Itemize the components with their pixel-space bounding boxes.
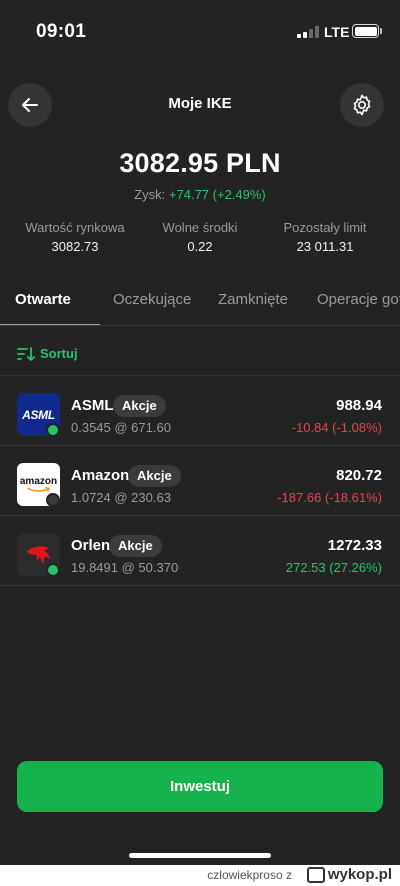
status-bar: 09:01 LTE <box>0 0 400 64</box>
positions-list: ASML ASML Akcje 0.3545 @ 671.60 988.94 -… <box>0 375 400 586</box>
status-time: 09:01 <box>36 21 87 42</box>
tab-indicator <box>0 324 100 325</box>
asset-type-badge: Akcje <box>128 465 181 487</box>
stat-label: Pozostały limit <box>283 220 367 235</box>
position-name: Orlen <box>71 537 111 554</box>
gain-value: +74.77 (+2.49%) <box>168 187 266 202</box>
battery-icon <box>352 24 379 38</box>
tab-bar: Otwarte Oczekujące Zamknięte Operacje go… <box>0 280 400 326</box>
home-indicator <box>129 853 271 858</box>
footer-user: czlowiekproso z <box>207 868 292 882</box>
position-row-orlen[interactable]: Orlen Akcje 19.8491 @ 50.370 1272.33 272… <box>0 516 400 586</box>
asset-type-badge: Akcje <box>113 395 166 417</box>
position-row-asml[interactable]: ASML ASML Akcje 0.3545 @ 671.60 988.94 -… <box>0 376 400 446</box>
amazon-logo-text: amazon <box>19 476 58 487</box>
status-dot <box>46 493 60 507</box>
battery-nub <box>380 28 382 34</box>
settings-button[interactable] <box>340 83 384 127</box>
amazon-smile-icon <box>26 487 50 492</box>
position-row-amazon[interactable]: amazon Amazon Akcje 1.0724 @ 230.63 820.… <box>0 446 400 516</box>
tab-open[interactable]: Otwarte <box>15 291 71 308</box>
stat-label: Wolne środki <box>162 220 238 235</box>
stat-value: 3082.73 <box>51 239 99 254</box>
stat-value: 0.22 <box>187 239 213 254</box>
gain-row: Zysk: +74.77 (+2.49%) <box>0 187 400 202</box>
position-name: Amazon <box>71 467 130 484</box>
portfolio-balance: 3082.95 PLN <box>119 148 281 178</box>
sort-icon <box>17 346 35 361</box>
sort-label: Sortuj <box>40 346 78 361</box>
tab-cash-operations[interactable]: Operacje got <box>317 291 400 308</box>
wykop-logo-icon <box>306 866 325 883</box>
gain-label: Zysk: <box>134 187 166 202</box>
invest-button[interactable]: Inwestuj <box>17 761 383 812</box>
position-value: 820.72 <box>336 467 382 484</box>
position-name: ASML <box>71 397 114 414</box>
network-label: LTE <box>324 24 350 40</box>
status-dot <box>46 563 60 577</box>
position-quantity: 19.8491 @ 50.370 <box>71 560 179 575</box>
footer-watermark: czlowiekproso z wykop.pl <box>0 865 400 886</box>
sort-button[interactable]: Sortuj <box>17 346 78 361</box>
stat-market-value: Wartość rynkowa 3082.73 <box>20 220 130 254</box>
position-quantity: 1.0724 @ 230.63 <box>71 490 171 505</box>
stat-remaining-limit: Pozostały limit 23 011.31 <box>272 220 378 254</box>
position-value: 988.94 <box>336 397 382 414</box>
position-change: -187.66 (-18.61%) <box>277 490 382 505</box>
footer-username: czlowiekproso <box>207 868 283 882</box>
stat-value: 23 011.31 <box>296 239 354 254</box>
asset-type-badge: Akcje <box>109 535 162 557</box>
status-dot <box>46 423 60 437</box>
position-change: 272.53 (27.26%) <box>285 560 382 575</box>
asml-logo-text: ASML <box>22 407 55 422</box>
position-quantity: 0.3545 @ 671.60 <box>71 420 171 435</box>
position-change: -10.84 (-1.08%) <box>291 420 382 435</box>
position-value: 1272.33 <box>327 537 382 554</box>
tab-closed[interactable]: Zamknięte <box>218 291 288 308</box>
wykop-logo: wykop.pl <box>306 866 392 883</box>
stat-label: Wartość rynkowa <box>25 220 125 235</box>
gear-icon <box>353 94 371 116</box>
tab-pending[interactable]: Oczekujące <box>113 291 191 308</box>
stat-free-funds: Wolne środki 0.22 <box>150 220 250 254</box>
signal-icon <box>297 26 319 38</box>
footer-prep: z <box>286 868 292 882</box>
wykop-brand: wykop.pl <box>327 866 392 883</box>
